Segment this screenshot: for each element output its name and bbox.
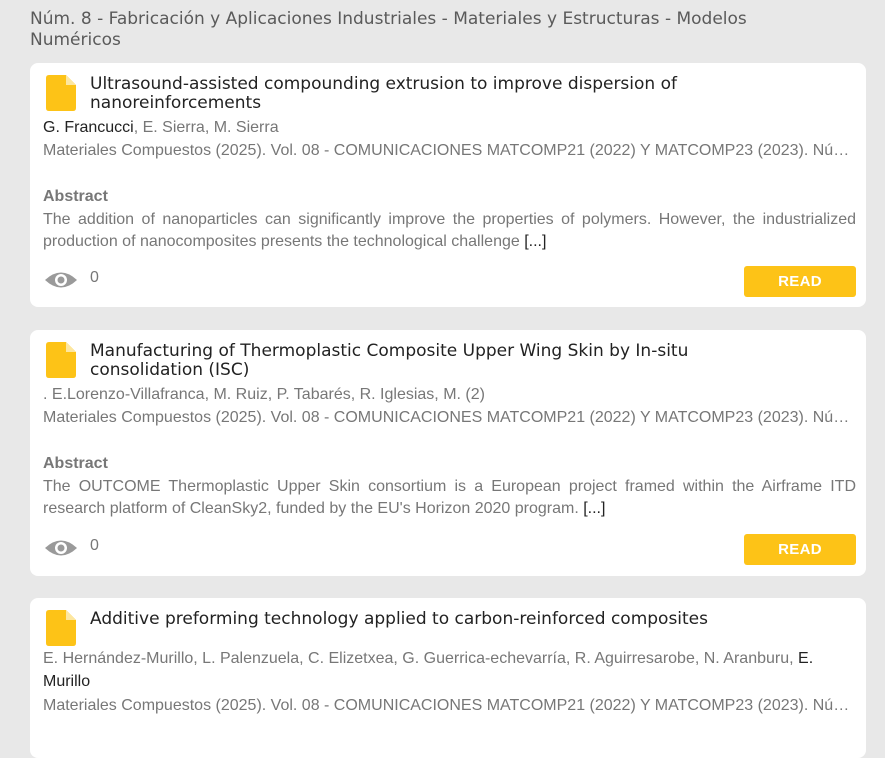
document-icon bbox=[46, 75, 76, 111]
document-icon bbox=[46, 342, 76, 378]
article-card: Ultrasound-assisted compounding extrusio… bbox=[30, 63, 866, 307]
other-authors: . E.Lorenzo-Villafranca, M. Ruiz, P. Tab… bbox=[43, 386, 485, 403]
other-authors: , E. Sierra, M. Sierra bbox=[133, 119, 279, 136]
abstract-text: The addition of nanoparticles can signif… bbox=[43, 209, 856, 253]
journal-reference: Materiales Compuestos (2025). Vol. 08 - … bbox=[43, 697, 855, 714]
abstract-label: Abstract bbox=[43, 455, 108, 472]
read-button[interactable]: READ bbox=[744, 266, 856, 297]
other-authors: E. Hernández-Murillo, L. Palenzuela, C. … bbox=[43, 650, 799, 667]
read-button[interactable]: READ bbox=[744, 534, 856, 565]
article-authors: E. Hernández-Murillo, L. Palenzuela, C. … bbox=[43, 647, 858, 693]
eye-icon bbox=[45, 272, 77, 288]
read-more-link[interactable]: [...] bbox=[583, 500, 605, 517]
article-card: Manufacturing of Thermoplastic Composite… bbox=[30, 330, 866, 576]
article-title-link[interactable]: Ultrasound-assisted compounding extrusio… bbox=[90, 75, 790, 113]
section-title: Núm. 8 - Fabricación y Aplicaciones Indu… bbox=[30, 9, 747, 50]
article-authors: G. Francucci, E. Sierra, M. Sierra bbox=[43, 116, 858, 139]
views-count: 0 bbox=[90, 537, 99, 554]
abstract-body: The addition of nanoparticles can signif… bbox=[43, 211, 856, 250]
abstract-label: Abstract bbox=[43, 188, 108, 205]
views-count: 0 bbox=[90, 269, 99, 286]
document-icon bbox=[46, 610, 76, 646]
eye-icon bbox=[45, 540, 77, 556]
journal-reference: Materiales Compuestos (2025). Vol. 08 - … bbox=[43, 142, 855, 159]
article-card: Additive preforming technology applied t… bbox=[30, 598, 866, 758]
article-title-link[interactable]: Additive preforming technology applied t… bbox=[90, 610, 790, 629]
article-title-link[interactable]: Manufacturing of Thermoplastic Composite… bbox=[90, 342, 790, 380]
journal-reference: Materiales Compuestos (2025). Vol. 08 - … bbox=[43, 409, 855, 426]
first-author[interactable]: G. Francucci bbox=[43, 119, 134, 136]
abstract-text: The OUTCOME Thermoplastic Upper Skin con… bbox=[43, 476, 856, 520]
article-authors: . E.Lorenzo-Villafranca, M. Ruiz, P. Tab… bbox=[43, 383, 858, 406]
read-more-link[interactable]: [...] bbox=[524, 233, 546, 250]
abstract-body: The OUTCOME Thermoplastic Upper Skin con… bbox=[43, 478, 856, 517]
